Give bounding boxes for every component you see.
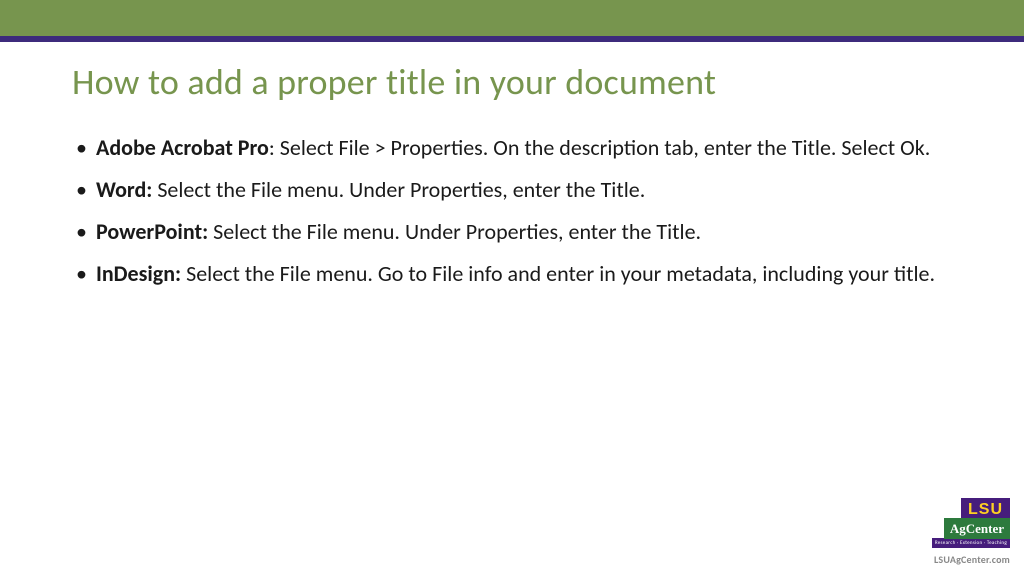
logo-subtext: Research · Extension · Teaching bbox=[932, 538, 1010, 548]
bullet-label: Adobe Acrobat Pro bbox=[96, 134, 269, 161]
list-item: Adobe Acrobat Pro: Select File > Propert… bbox=[72, 132, 952, 164]
slide-title: How to add a proper title in your docume… bbox=[72, 60, 952, 104]
list-item: Word: Select the File menu. Under Proper… bbox=[72, 174, 952, 206]
bullet-label: Word: bbox=[96, 176, 152, 203]
list-item: PowerPoint: Select the File menu. Under … bbox=[72, 216, 952, 248]
bullet-text: Select File > Properties. On the descrip… bbox=[280, 134, 930, 161]
bullet-text: Select the File menu. Under Properties, … bbox=[157, 176, 645, 203]
header-green-bar bbox=[0, 0, 1024, 36]
footer: LSU AgCenter Research · Extension · Teac… bbox=[932, 500, 1010, 566]
bullet-text: Select the File menu. Go to File info an… bbox=[186, 260, 935, 287]
bullet-text: Select the File menu. Under Properties, … bbox=[213, 218, 701, 245]
lsu-agcenter-logo: LSU AgCenter Research · Extension · Teac… bbox=[932, 500, 1010, 548]
logo-row-lsu: LSU bbox=[932, 500, 1010, 519]
bullet-label: PowerPoint: bbox=[96, 218, 208, 245]
logo-ag-text: AgCenter bbox=[944, 518, 1010, 539]
list-item: InDesign: Select the File menu. Go to Fi… bbox=[72, 258, 952, 290]
footer-url: LSUAgCenter.com bbox=[932, 553, 1010, 566]
bullet-list: Adobe Acrobat Pro: Select File > Propert… bbox=[72, 132, 952, 290]
slide-content: How to add a proper title in your docume… bbox=[0, 42, 1024, 290]
bullet-label: InDesign: bbox=[96, 260, 181, 287]
bullet-sep: : bbox=[269, 134, 280, 161]
logo-row-ag: AgCenter bbox=[932, 519, 1010, 538]
